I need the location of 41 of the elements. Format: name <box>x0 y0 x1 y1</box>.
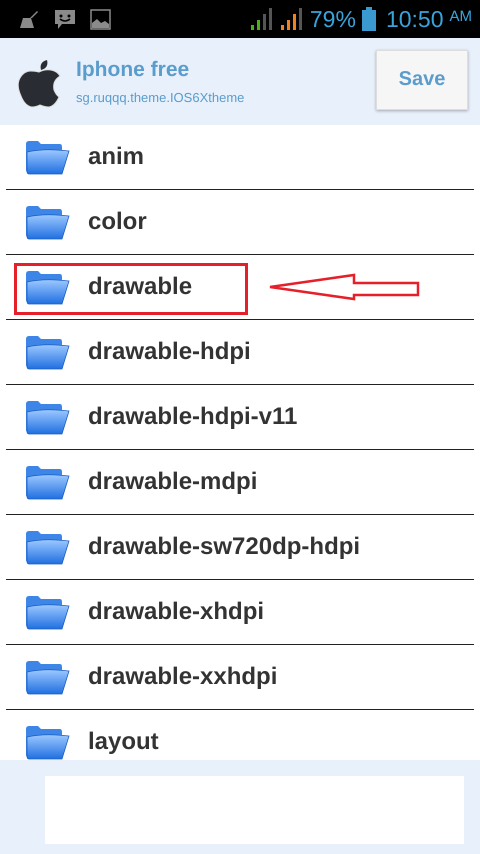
folder-name: drawable-mdpi <box>88 468 258 496</box>
folder-item[interactable]: drawable-hdpi-v11 <box>6 385 474 450</box>
battery-icon <box>362 7 376 31</box>
folder-name: drawable-xxhdpi <box>88 663 278 691</box>
message-icon <box>54 8 76 30</box>
clock-meridiem: AM <box>450 8 472 24</box>
folder-item[interactable]: drawable <box>6 255 474 320</box>
folder-icon <box>24 463 70 501</box>
folder-icon <box>24 268 70 306</box>
folder-name: layout <box>88 728 159 756</box>
folder-name: drawable-sw720dp-hdpi <box>88 533 360 561</box>
signal-icon <box>250 7 274 31</box>
folder-item[interactable]: drawable-mdpi <box>6 450 474 515</box>
folder-icon <box>24 658 70 696</box>
folder-name: drawable <box>88 273 192 301</box>
folder-icon <box>24 138 70 176</box>
folder-item[interactable]: drawable-xhdpi <box>6 580 474 645</box>
folder-icon <box>24 203 70 241</box>
folder-name: anim <box>88 143 144 171</box>
image-icon <box>90 8 111 30</box>
signal-icon <box>280 7 304 31</box>
folder-item[interactable]: drawable-sw720dp-hdpi <box>6 515 474 580</box>
folder-item[interactable]: drawable-hdpi <box>6 320 474 385</box>
folder-icon <box>24 333 70 371</box>
folder-item[interactable]: color <box>6 190 474 255</box>
folder-item[interactable]: anim <box>6 125 474 190</box>
clock: 10:50 <box>386 6 444 32</box>
folder-name: drawable-xhdpi <box>88 598 264 626</box>
folder-icon <box>24 398 70 436</box>
package-name: sg.ruqqq.theme.IOS6Xtheme <box>76 90 246 105</box>
folder-name: drawable-hdpi-v11 <box>88 403 298 431</box>
arrow-icon <box>268 273 420 301</box>
broom-icon <box>18 9 40 29</box>
folder-name: drawable-hdpi <box>88 338 251 366</box>
folder-icon <box>24 723 70 760</box>
folder-icon <box>24 593 70 631</box>
folder-item[interactable]: drawable-xxhdpi <box>6 645 474 710</box>
folder-icon <box>24 528 70 566</box>
folder-name: color <box>88 208 147 236</box>
app-title: Iphone free <box>76 58 190 82</box>
battery-percent: 79% <box>310 6 356 32</box>
